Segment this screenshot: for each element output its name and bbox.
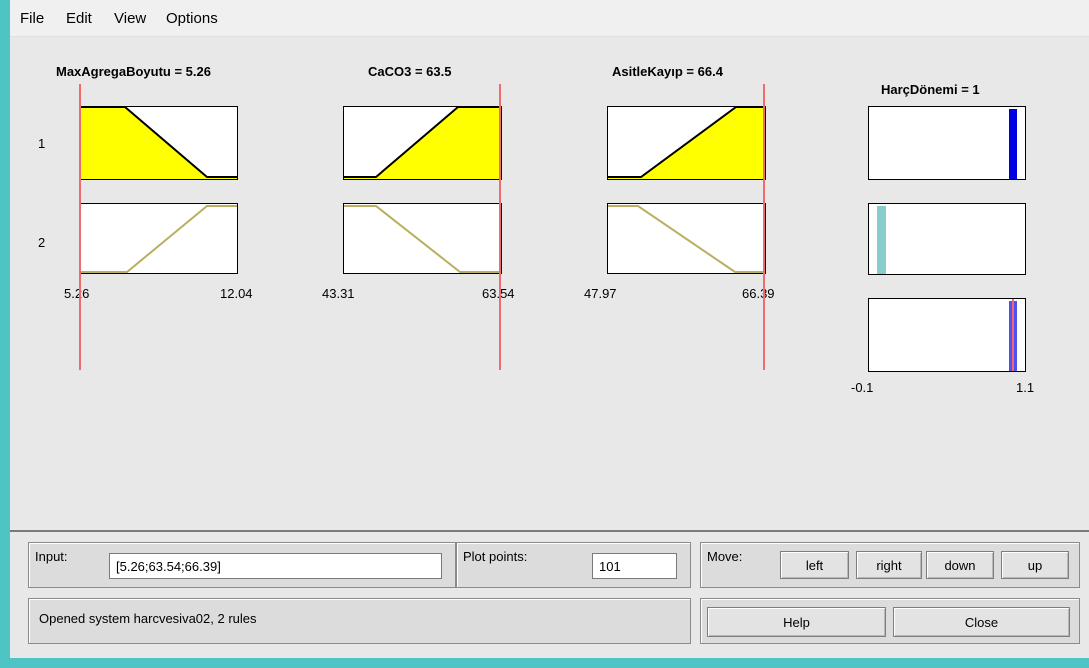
input3-rule1-mf-plot [607,106,766,180]
input1-max-label: 12.04 [220,286,253,301]
plot-points-label: Plot points: [463,549,528,564]
output-title: HarçDönemi = 1 [881,82,980,97]
input2-rule2-mf-curve [344,205,501,273]
output-rule2-bar [877,206,886,274]
input-label: Input: [35,549,68,564]
input2-rule1-mf-plot [343,106,502,180]
menu-bar: File Edit View Options [10,0,1089,37]
bottom-divider [10,530,1089,532]
help-close-panel: Help Close [700,598,1080,644]
input3-rule2-mf-curve [608,205,765,273]
input1-rule1-mf-fill [80,107,237,179]
output-defuzzified-line [1012,299,1014,371]
output-aggregate-plot [868,298,1026,372]
input2-title: CaCO3 = 63.5 [368,64,452,79]
menu-view[interactable]: View [114,10,146,27]
rule-plot-area: MaxAgregaBoyutu = 5.26 CaCO3 = 63.5 Asit… [10,36,1089,530]
move-panel: Move: left right down up [700,542,1080,588]
input1-min-label: 5.26 [64,286,90,301]
output-rule1-plot [868,106,1026,180]
output-max-label: 1.1 [1016,380,1035,395]
input1-rule2-mf-curve [80,205,237,273]
menu-file[interactable]: File [20,10,44,27]
rule-number-1: 1 [38,136,46,151]
input1-rule2-mf-plot [79,203,238,274]
input3-title: AsitleKayıp = 66.4 [612,64,723,79]
input3-rule2-mf-plot [607,203,766,274]
move-up-button[interactable]: up [1001,551,1069,579]
status-panel: Opened system harcvesiva02, 2 rules [28,598,691,644]
move-left-button[interactable]: left [780,551,849,579]
move-right-button[interactable]: right [856,551,922,579]
input2-cursor-line[interactable] [499,84,501,370]
status-text: Opened system harcvesiva02, 2 rules [39,611,257,626]
input1-cursor-line[interactable] [79,84,81,370]
input3-max-label: 66.39 [742,286,775,301]
output-rule2-plot [868,203,1026,275]
output-min-label: -0.1 [851,380,874,395]
input2-rule2-mf-plot [343,203,502,274]
input3-min-label: 47.97 [584,286,617,301]
input1-title: MaxAgregaBoyutu = 5.26 [56,64,211,79]
close-button[interactable]: Close [893,607,1070,637]
menu-options[interactable]: Options [166,10,218,27]
input-field[interactable] [109,553,442,579]
move-down-button[interactable]: down [926,551,994,579]
move-label: Move: [707,549,743,564]
input1-rule1-mf-plot [79,106,238,180]
plot-points-panel: Plot points: [456,542,691,588]
input3-cursor-line[interactable] [763,84,765,370]
rule-viewer-window: File Edit View Options MaxAgregaBoyutu =… [10,0,1089,658]
input-panel: Input: [28,542,456,588]
input2-rule1-mf-fill [344,107,501,179]
menu-edit[interactable]: Edit [66,10,92,27]
plot-points-field[interactable] [592,553,677,579]
rule-number-2: 2 [38,235,46,250]
help-button[interactable]: Help [707,607,886,637]
output-rule1-bar [1009,109,1017,179]
input2-min-label: 43.31 [322,286,355,301]
